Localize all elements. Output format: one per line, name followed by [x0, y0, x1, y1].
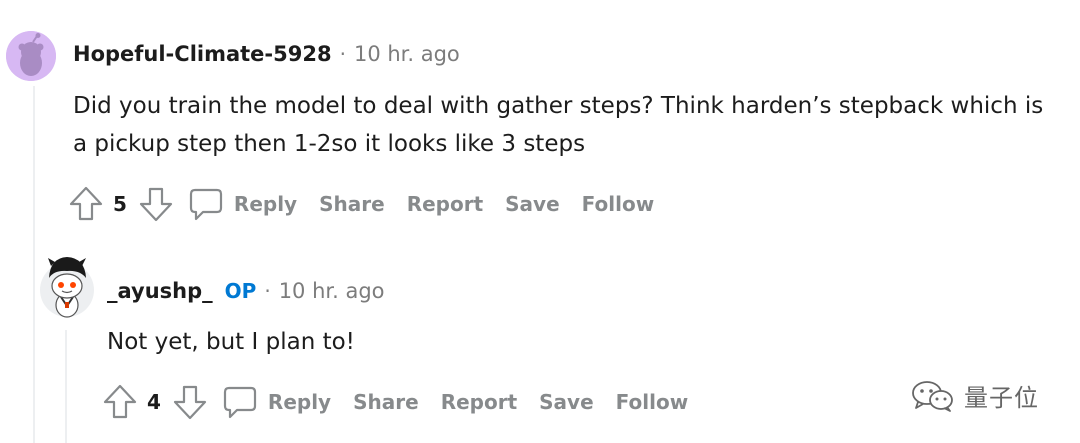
comment-meta: _ayushp_ OP · 10 hr. ago — [107, 279, 385, 303]
comment-bubble-icon — [188, 184, 224, 224]
wechat-icon — [912, 380, 953, 412]
upvote-button[interactable] — [68, 184, 104, 224]
watermark-text: 量子位 — [964, 384, 1039, 412]
comment-action-bar: 5 Reply Share Report Save Follow — [68, 184, 654, 224]
username[interactable]: Hopeful-Climate-5928 — [73, 42, 332, 66]
save-button[interactable]: Save — [539, 390, 594, 414]
report-button[interactable]: Report — [407, 192, 483, 216]
vote-count: 4 — [147, 390, 161, 414]
follow-button[interactable]: Follow — [582, 192, 655, 216]
comment-text-line: Did you train the model to deal with gat… — [73, 93, 1044, 119]
avatar[interactable] — [6, 31, 56, 81]
reply-label: Reply — [267, 390, 332, 414]
thread-line-reply[interactable] — [65, 330, 67, 443]
share-button[interactable]: Share — [319, 192, 385, 216]
watermark: 量子位 — [910, 378, 1039, 413]
comment-text-line: a pickup step then 1-2so it looks like 3… — [73, 131, 586, 157]
snoo-avatar-icon — [6, 31, 56, 81]
comment-meta: Hopeful-Climate-5928 · 10 hr. ago — [73, 42, 460, 66]
separator-dot: · — [264, 279, 271, 303]
timestamp[interactable]: 10 hr. ago — [354, 42, 460, 66]
thread-line-main[interactable] — [33, 86, 35, 443]
username[interactable]: _ayushp_ — [107, 279, 213, 303]
comment-action-bar: 4 Reply Share Report Save Follow — [102, 382, 688, 422]
downvote-button[interactable] — [138, 184, 174, 224]
comment-bubble-icon — [222, 382, 258, 422]
snoo-avatar-icon — [40, 257, 94, 318]
op-badge: OP — [224, 279, 257, 303]
report-button[interactable]: Report — [441, 390, 517, 414]
share-button[interactable]: Share — [353, 390, 419, 414]
reply-button[interactable]: Reply — [222, 382, 331, 422]
downvote-arrow-icon — [173, 385, 207, 420]
upvote-button[interactable] — [102, 382, 138, 422]
save-button[interactable]: Save — [505, 192, 560, 216]
avatar[interactable] — [40, 252, 94, 318]
reply-button[interactable]: Reply — [188, 184, 297, 224]
downvote-arrow-icon — [139, 187, 173, 222]
follow-button[interactable]: Follow — [616, 390, 689, 414]
comment-text-line: Not yet, but I plan to! — [107, 329, 355, 355]
reply-label: Reply — [233, 192, 298, 216]
upvote-arrow-icon — [69, 186, 103, 221]
upvote-arrow-icon — [103, 384, 137, 419]
separator-dot: · — [339, 42, 346, 66]
vote-count: 5 — [113, 192, 127, 216]
downvote-button[interactable] — [172, 382, 208, 422]
comment-body: Not yet, but I plan to! — [107, 323, 1007, 361]
comment-body: Did you train the model to deal with gat… — [73, 87, 1073, 163]
timestamp[interactable]: 10 hr. ago — [279, 279, 385, 303]
